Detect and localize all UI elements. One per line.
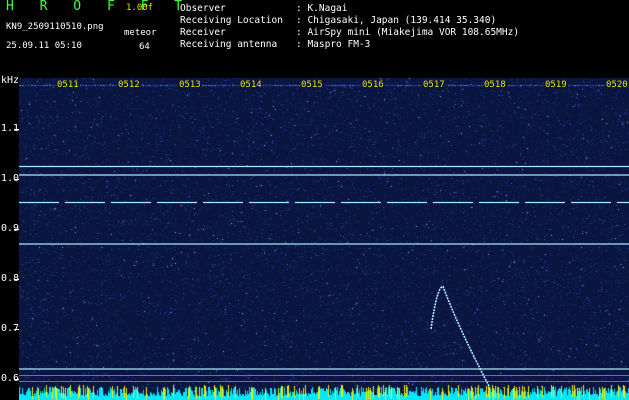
y-tick xyxy=(14,329,19,330)
x-tick-label: 0520 xyxy=(605,80,629,90)
x-tick-label: 0511 xyxy=(56,80,80,90)
y-axis-unit: kHz xyxy=(1,75,20,86)
app-title: H R O F F T xyxy=(6,0,192,14)
header-panel: H R O F F T 1.00f KN9_2509110510.png 25.… xyxy=(0,0,629,75)
app-version: 1.00f xyxy=(126,3,154,13)
location-value: : Chigasaki, Japan (139.414 35.340) xyxy=(296,15,497,26)
antenna-label: Receiving antenna xyxy=(180,39,278,50)
y-tick xyxy=(14,379,19,380)
detection-count: 64 xyxy=(139,42,150,52)
x-tick-label: 0516 xyxy=(361,80,385,90)
spectrogram xyxy=(19,78,629,400)
observer-value: : K.Nagai xyxy=(296,3,348,14)
y-tick xyxy=(14,279,19,280)
x-tick-label: 0515 xyxy=(300,80,324,90)
meteor-echo-trail xyxy=(430,285,490,387)
x-tick-label: 0514 xyxy=(239,80,263,90)
x-tick-label: 0513 xyxy=(178,80,202,90)
image-filename: KN9_2509110510.png xyxy=(6,22,104,32)
x-tick-label: 0518 xyxy=(483,80,507,90)
spectrogram-overlay xyxy=(19,165,629,387)
receiver-label: Receiver xyxy=(180,27,226,38)
detection-mode: meteor xyxy=(124,28,157,38)
antenna-value: : Maspro FM-3 xyxy=(296,39,371,50)
y-tick xyxy=(14,179,19,180)
y-tick xyxy=(14,229,19,230)
y-tick xyxy=(14,129,19,130)
observer-label: Observer xyxy=(180,3,226,14)
x-tick-label: 0517 xyxy=(422,80,446,90)
x-tick-label: 0512 xyxy=(117,80,141,90)
x-tick-label: 0519 xyxy=(544,80,568,90)
location-label: Receiving Location xyxy=(180,15,283,26)
receiver-value: : AirSpy mini (Miakejima VOR 108.65MHz) xyxy=(296,27,520,38)
capture-datetime: 25.09.11 05:10 xyxy=(6,41,82,51)
